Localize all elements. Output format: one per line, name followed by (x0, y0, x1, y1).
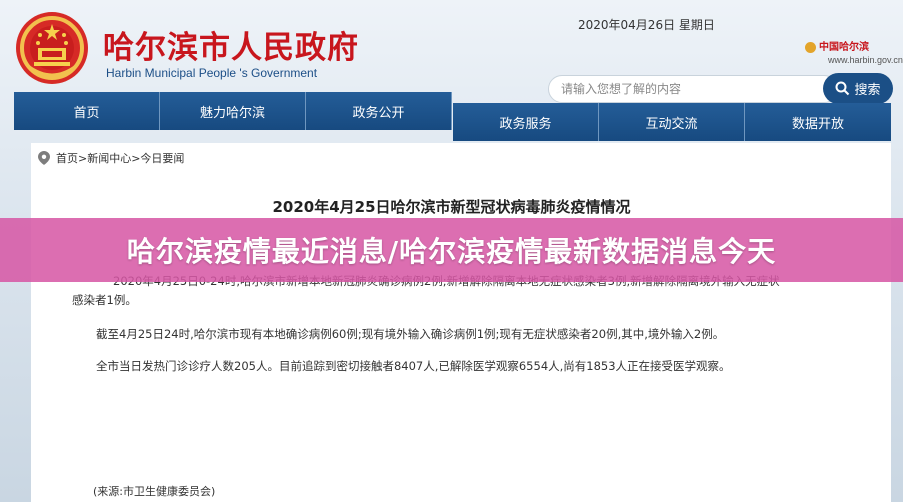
nav-charm-harbin[interactable]: 魅力哈尔滨 (160, 92, 306, 130)
harbin-logo-text: 中国哈尔滨 (819, 42, 869, 53)
article-para-1-line-2: 感染者1例。 (72, 293, 137, 307)
breadcrumb-text[interactable]: 首页>新闻中心>今日要闻 (56, 150, 184, 166)
nav-interaction[interactable]: 互动交流 (599, 103, 745, 141)
nav-government-services[interactable]: 政务服务 (453, 103, 599, 141)
harbin-mini-logo: 中国哈尔滨 (805, 38, 869, 53)
site-subtitle: Harbin Municipal People 's Government (106, 66, 318, 80)
article-para-2: 截至4月25日24时,哈尔滨市现有本地确诊病例60例;现有境外输入确诊病例1例;… (96, 327, 725, 341)
national-emblem-icon (16, 12, 88, 84)
harbin-logo-icon (805, 41, 816, 53)
article-title: 2020年4月25日哈尔滨市新型冠状病毒肺炎疫情情况 (272, 198, 631, 216)
article-para-3: 全市当日发热门诊诊疗人数205人。目前追踪到密切接触者8407人,已解除医学观察… (96, 359, 731, 373)
location-pin-icon (38, 151, 50, 165)
site-url: www.harbin.gov.cn (828, 55, 903, 65)
nav-home[interactable]: 首页 (14, 92, 160, 130)
overlay-banner-text: 哈尔滨疫情最近消息/哈尔滨疫情最新数据消息今天 (126, 235, 777, 268)
nav-government-affairs-open[interactable]: 政务公开 (306, 92, 452, 130)
site-title: 哈尔滨市人民政府 (103, 30, 359, 66)
search-icon (835, 81, 850, 96)
search-button[interactable]: 搜索 (823, 73, 893, 104)
search-input[interactable]: 请输入您想了解的内容 (548, 75, 838, 103)
nav-open-data[interactable]: 数据开放 (745, 103, 891, 141)
article-source: (来源:市卫生健康委员会) (93, 485, 216, 498)
search-button-label: 搜索 (854, 83, 881, 98)
breadcrumb: 首页>新闻中心>今日要闻 (38, 150, 184, 166)
current-date: 2020年04月26日 星期日 (578, 18, 715, 32)
overlay-banner: 哈尔滨疫情最近消息/哈尔滨疫情最新数据消息今天 (0, 218, 903, 282)
